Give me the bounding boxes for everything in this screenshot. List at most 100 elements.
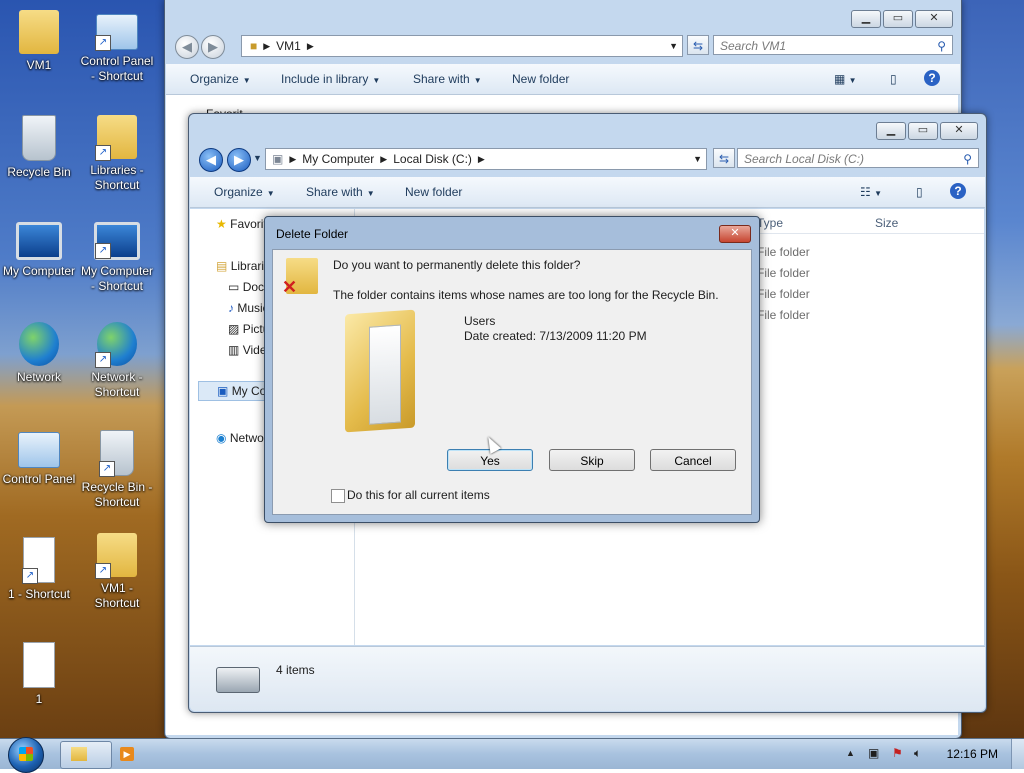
breadcrumb-my-computer[interactable]: My Computer — [302, 152, 374, 166]
new-folder-button[interactable]: New folder — [405, 185, 462, 199]
computer-icon — [16, 222, 62, 260]
pictures-icon: ▨ — [228, 322, 240, 336]
red-x-icon: ✕ — [282, 277, 298, 297]
navigation-bar: ◀ ▶ ▼ ▣ ▶ My Computer ▶ Local Disk (C:) … — [197, 147, 979, 172]
search-input[interactable]: Search Local Disk (C:) ⚲ — [737, 148, 979, 168]
desktop-icon-1-shortcut[interactable]: ↗ 1 - Shortcut — [0, 537, 78, 602]
desktop-icon-my-computer[interactable]: My Computer — [0, 222, 78, 279]
search-input[interactable]: Search VM1 ⚲ — [713, 35, 953, 55]
refresh-button[interactable]: ⇆ — [713, 148, 735, 168]
desktop-icon-network[interactable]: Network — [0, 322, 78, 385]
network-tray-icon[interactable]: ▣ — [868, 746, 879, 760]
navigation-bar: ◀ ▶ ■ ▶ VM1 ▶ ▼ ⇆ Search VM1 ⚲ — [173, 34, 953, 59]
close-button[interactable]: ✕ — [940, 122, 978, 140]
refresh-button[interactable]: ⇆ — [687, 35, 709, 55]
command-toolbar: Organize ▼ Share with ▼ New folder ☷ ▼ ▯ ? — [190, 177, 985, 208]
search-placeholder: Search VM1 — [720, 39, 787, 53]
item-name: Users — [464, 314, 496, 328]
new-folder-button[interactable]: New folder — [512, 72, 569, 86]
taskbar-explorer-button[interactable] — [60, 741, 112, 769]
recent-pages-dropdown[interactable]: ▼ — [253, 153, 262, 163]
desktop-icon-label: Recycle Bin - Shortcut — [81, 480, 153, 509]
desktop-icon-label: My Computer - Shortcut — [80, 264, 154, 293]
breadcrumb-local-disk[interactable]: Local Disk (C:) — [393, 152, 472, 166]
help-icon[interactable]: ? — [950, 183, 966, 199]
desktop-icon-1[interactable]: 1 — [0, 642, 78, 707]
videos-icon: ▥ — [228, 343, 240, 357]
desktop-icon-label: VM1 — [26, 58, 52, 72]
desktop-icon-label: My Computer — [2, 264, 76, 278]
action-center-icon[interactable]: ⚑ — [892, 746, 903, 760]
desktop-icon-control-panel-shortcut[interactable]: ↗ Control Panel - Shortcut — [78, 14, 156, 84]
checkbox-label: Do this for all current items — [347, 488, 490, 502]
maximize-button[interactable]: ▭ — [908, 122, 938, 140]
windows-logo-icon — [19, 747, 33, 761]
chevron-down-icon[interactable]: ▼ — [693, 154, 702, 164]
cancel-button[interactable]: Cancel — [650, 449, 736, 471]
shortcut-arrow-icon: ↗ — [95, 243, 111, 259]
show-hidden-icons-button[interactable]: ▲ — [846, 748, 855, 758]
organize-menu[interactable]: Organize ▼ — [214, 185, 275, 199]
large-folder-icon — [345, 309, 415, 433]
column-header-size[interactable]: Size — [875, 216, 898, 230]
details-pane: 4 items — [190, 646, 985, 711]
desktop-icon-label: Libraries - Shortcut — [90, 163, 144, 192]
desktop-icon-label: 1 - Shortcut — [7, 587, 71, 601]
desktop-icon-libraries-shortcut[interactable]: ↗ Libraries - Shortcut — [78, 115, 156, 193]
desktop-icon-recycle-bin-shortcut[interactable]: ↗ Recycle Bin - Shortcut — [78, 430, 156, 510]
dialog-body: ✕ Do you want to permanently delete this… — [272, 249, 752, 515]
include-in-library-menu[interactable]: Include in library ▼ — [281, 72, 380, 86]
help-icon[interactable]: ? — [924, 70, 940, 86]
desktop-icon-label: Control Panel - Shortcut — [80, 54, 154, 83]
shortcut-arrow-icon: ↗ — [99, 461, 115, 477]
preview-pane-icon[interactable]: ▯ — [916, 185, 923, 199]
desktop-icon-vm1-shortcut[interactable]: ↗ VM1 - Shortcut — [78, 533, 156, 611]
clock[interactable]: 12:16 PM — [947, 747, 998, 761]
close-button[interactable]: ✕ — [915, 10, 953, 28]
network-icon — [19, 322, 59, 366]
include-in-library-label: Include in library — [281, 72, 369, 86]
desktop-icon-label: VM1 - Shortcut — [94, 581, 140, 610]
preview-pane-icon[interactable]: ▯ — [890, 72, 897, 86]
column-header-type[interactable]: Type — [757, 216, 783, 230]
forward-button[interactable]: ▶ — [201, 35, 225, 59]
address-bar[interactable]: ▣ ▶ My Computer ▶ Local Disk (C:) ▶ ▼ — [265, 148, 707, 170]
minimize-button[interactable]: ▁ — [851, 10, 881, 28]
maximize-button[interactable]: ▭ — [883, 10, 913, 28]
desktop-icon-vm1[interactable]: VM1 — [0, 10, 78, 73]
forward-button[interactable]: ▶ — [227, 148, 251, 172]
taskbar: ▶ ▲ ▣ ⚑ 🔈︎ 12:16 PM — [0, 737, 1024, 773]
view-options-icon[interactable]: ☷ ▼ — [860, 185, 882, 199]
desktop-icon-network-shortcut[interactable]: ↗ Network - Shortcut — [78, 322, 156, 400]
user-folder-icon: ↗ — [95, 533, 137, 579]
chevron-down-icon[interactable]: ▼ — [669, 41, 678, 51]
breadcrumb-vm1[interactable]: VM1 — [276, 39, 301, 53]
nav-music[interactable]: ♪ Music — [228, 301, 269, 315]
dialog-close-button[interactable]: ✕ — [719, 225, 751, 243]
do-this-for-all-checkbox[interactable] — [331, 489, 345, 503]
folder-paper — [369, 324, 401, 425]
taskbar-media-player-button[interactable]: ▶ — [114, 741, 140, 767]
delete-folder-dialog[interactable]: Delete Folder ✕ ✕ Do you want to permane… — [264, 216, 760, 523]
volume-icon[interactable]: 🔈︎ — [914, 746, 921, 761]
back-button[interactable]: ◀ — [175, 35, 199, 59]
show-desktop-button[interactable] — [1011, 739, 1024, 769]
organize-menu[interactable]: Organize ▼ — [190, 72, 251, 86]
desktop-icon-label: Network - Shortcut — [91, 370, 143, 399]
row-type: File folder — [757, 308, 810, 322]
address-bar[interactable]: ■ ▶ VM1 ▶ ▼ — [241, 35, 683, 57]
skip-button[interactable]: Skip — [549, 449, 635, 471]
libraries-icon: ↗ — [95, 115, 137, 161]
back-button[interactable]: ◀ — [199, 148, 223, 172]
desktop-icon-my-computer-shortcut[interactable]: ↗ My Computer - Shortcut — [78, 222, 156, 294]
minimize-button[interactable]: ▁ — [876, 122, 906, 140]
desktop-icon-recycle-bin[interactable]: Recycle Bin — [0, 115, 78, 180]
row-type: File folder — [757, 266, 810, 280]
search-icon: ⚲ — [963, 152, 972, 166]
row-type: File folder — [757, 245, 810, 259]
desktop-icon-label: Recycle Bin — [7, 165, 71, 179]
share-with-menu[interactable]: Share with ▼ — [413, 72, 482, 86]
desktop-icon-control-panel[interactable]: Control Panel — [0, 432, 78, 487]
view-options-icon[interactable]: ▦ ▼ — [834, 72, 857, 86]
share-with-menu[interactable]: Share with ▼ — [306, 185, 375, 199]
